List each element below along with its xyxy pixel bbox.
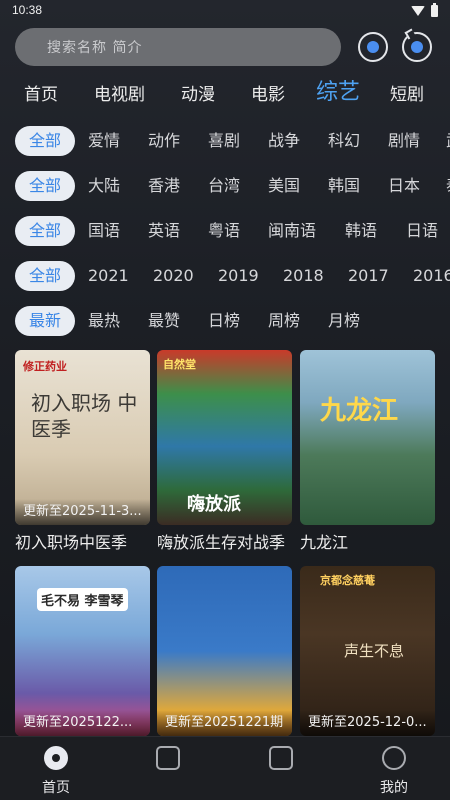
chip-region[interactable]: 台湾 [208, 171, 240, 201]
filter-row-region: 全部 大陆 香港 台湾 美国 韩国 日本 泰 [0, 171, 450, 205]
filter-row-language: 全部 国语 英语 粤语 闽南语 韩语 日语 [0, 216, 450, 250]
chip-year[interactable]: 2018 [283, 261, 324, 291]
status-time: 10:38 [12, 3, 43, 17]
search-placeholder: 搜索名称 简介 [47, 40, 143, 56]
chip-sort[interactable]: 周榜 [268, 306, 300, 336]
poster-brand: 京都念慈菴 [320, 574, 375, 587]
chip-language-all[interactable]: 全部 [15, 216, 75, 246]
refresh-icon [404, 28, 416, 40]
card-title: 九龙江 [300, 533, 349, 552]
nav-ranking[interactable] [112, 737, 224, 800]
status-bar: 10:38 [0, 0, 450, 22]
poster-brand: 自然堂 [163, 358, 196, 371]
home-icon [44, 746, 68, 770]
poster-image: 九龙江 [300, 350, 435, 525]
chip-region[interactable]: 韩国 [328, 171, 360, 201]
chip-genre-all[interactable]: 全部 [15, 126, 75, 156]
poster-caption: 更新至2025122... [15, 710, 150, 736]
filter-row-sort: 最新 最热 最赞 日榜 周榜 月榜 [0, 306, 450, 340]
search-input[interactable]: 搜索名称 简介 [15, 28, 341, 66]
nav-mine[interactable]: 我的 [338, 737, 450, 800]
poster-image: 修正药业 初入职场 中医季 更新至2025-11-3... [15, 350, 150, 525]
status-icons [411, 3, 438, 17]
poster-title-art: 毛不易 李雪琴 [37, 588, 128, 611]
tab-tv[interactable]: 电视剧 [94, 80, 145, 105]
chip-year[interactable]: 2020 [153, 261, 194, 291]
nav-schedule[interactable] [225, 737, 337, 800]
tab-short[interactable]: 短剧 [390, 80, 424, 105]
refresh-dot [411, 41, 423, 53]
chip-language[interactable]: 英语 [148, 216, 180, 246]
chip-sort-latest[interactable]: 最新 [15, 306, 75, 336]
content-card[interactable]: 自然堂 嗨放派 嗨放派生存对战季 [157, 350, 292, 553]
chip-genre[interactable]: 喜剧 [208, 126, 240, 156]
poster-title-art: 初入职场 中医季 [31, 391, 138, 441]
chip-sort[interactable]: 最热 [88, 306, 120, 336]
chip-genre[interactable]: 剧情 [388, 126, 420, 156]
chip-genre[interactable]: 爱情 [88, 126, 120, 156]
content-card[interactable]: 修正药业 初入职场 中医季 更新至2025-11-3... 初入职场中医季 [15, 350, 150, 553]
card-title: 嗨放派生存对战季 [157, 533, 286, 552]
content-card[interactable]: 毛不易 李雪琴 更新至2025122... [15, 566, 150, 736]
chip-genre[interactable]: 战争 [268, 126, 300, 156]
chip-region-all[interactable]: 全部 [15, 171, 75, 201]
chip-sort[interactable]: 日榜 [208, 306, 240, 336]
chip-language[interactable]: 日语 [406, 216, 438, 246]
content-card[interactable]: 更新至20251221期 [157, 566, 292, 736]
chip-year[interactable]: 2021 [88, 261, 129, 291]
poster-image: 更新至20251221期 [157, 566, 292, 736]
poster-title-art: 九龙江 [320, 396, 399, 426]
chip-language[interactable]: 粤语 [208, 216, 240, 246]
chip-genre[interactable]: 武 [446, 126, 450, 156]
poster-image: 京都念慈菴 声生不息 更新至2025-12-0... [300, 566, 435, 736]
tab-anime[interactable]: 动漫 [181, 80, 215, 105]
history-icon [367, 41, 379, 53]
filter-row-genre: 全部 爱情 动作 喜剧 战争 科幻 剧情 武 [0, 126, 450, 160]
history-button[interactable] [358, 32, 388, 62]
filter-row-year: 全部 2021 2020 2019 2018 2017 2016 [0, 261, 450, 295]
main-tabs: 首页 电视剧 动漫 电影 综艺 短剧 [0, 72, 450, 112]
chip-genre[interactable]: 动作 [148, 126, 180, 156]
card-title: 初入职场中医季 [15, 533, 128, 552]
tab-variety[interactable]: 综艺 [316, 74, 360, 106]
chip-language[interactable]: 韩语 [345, 216, 377, 246]
chip-region[interactable]: 大陆 [88, 171, 120, 201]
chip-year-all[interactable]: 全部 [15, 261, 75, 291]
tab-movie[interactable]: 电影 [251, 80, 285, 105]
nav-home[interactable]: 首页 [0, 737, 112, 800]
chip-year[interactable]: 2019 [218, 261, 259, 291]
nav-mine-label: 我的 [380, 780, 408, 796]
chip-sort[interactable]: 最赞 [148, 306, 180, 336]
refresh-button[interactable] [402, 28, 432, 62]
content-card[interactable]: 九龙江 九龙江 [300, 350, 435, 553]
poster-image: 毛不易 李雪琴 更新至2025122... [15, 566, 150, 736]
chip-region[interactable]: 香港 [148, 171, 180, 201]
poster-brand: 修正药业 [23, 360, 67, 373]
chip-year[interactable]: 2017 [348, 261, 389, 291]
calendar-icon [269, 746, 293, 770]
poster-caption: 更新至20251221期 [157, 710, 292, 736]
wifi-icon [411, 6, 425, 16]
profile-icon [382, 746, 406, 770]
poster-title-art: 声生不息 [344, 642, 405, 660]
chip-language[interactable]: 国语 [88, 216, 120, 246]
poster-caption: 更新至2025-12-0... [300, 710, 435, 736]
chip-year[interactable]: 2016 [413, 261, 450, 291]
chip-genre[interactable]: 科幻 [328, 126, 360, 156]
poster-image: 自然堂 嗨放派 [157, 350, 292, 525]
chip-region[interactable]: 日本 [388, 171, 420, 201]
chip-language[interactable]: 闽南语 [268, 216, 316, 246]
content-card[interactable]: 京都念慈菴 声生不息 更新至2025-12-0... [300, 566, 435, 736]
tab-home[interactable]: 首页 [24, 80, 58, 105]
chart-icon [156, 746, 180, 770]
poster-title-art: 嗨放派 [187, 494, 241, 515]
bottom-nav: 首页 我的 [0, 736, 450, 800]
battery-icon [431, 3, 438, 17]
chip-region[interactable]: 泰 [446, 171, 450, 201]
chip-region[interactable]: 美国 [268, 171, 300, 201]
poster-caption: 更新至2025-11-3... [15, 499, 150, 525]
chip-sort[interactable]: 月榜 [328, 306, 360, 336]
nav-home-label: 首页 [42, 780, 70, 796]
